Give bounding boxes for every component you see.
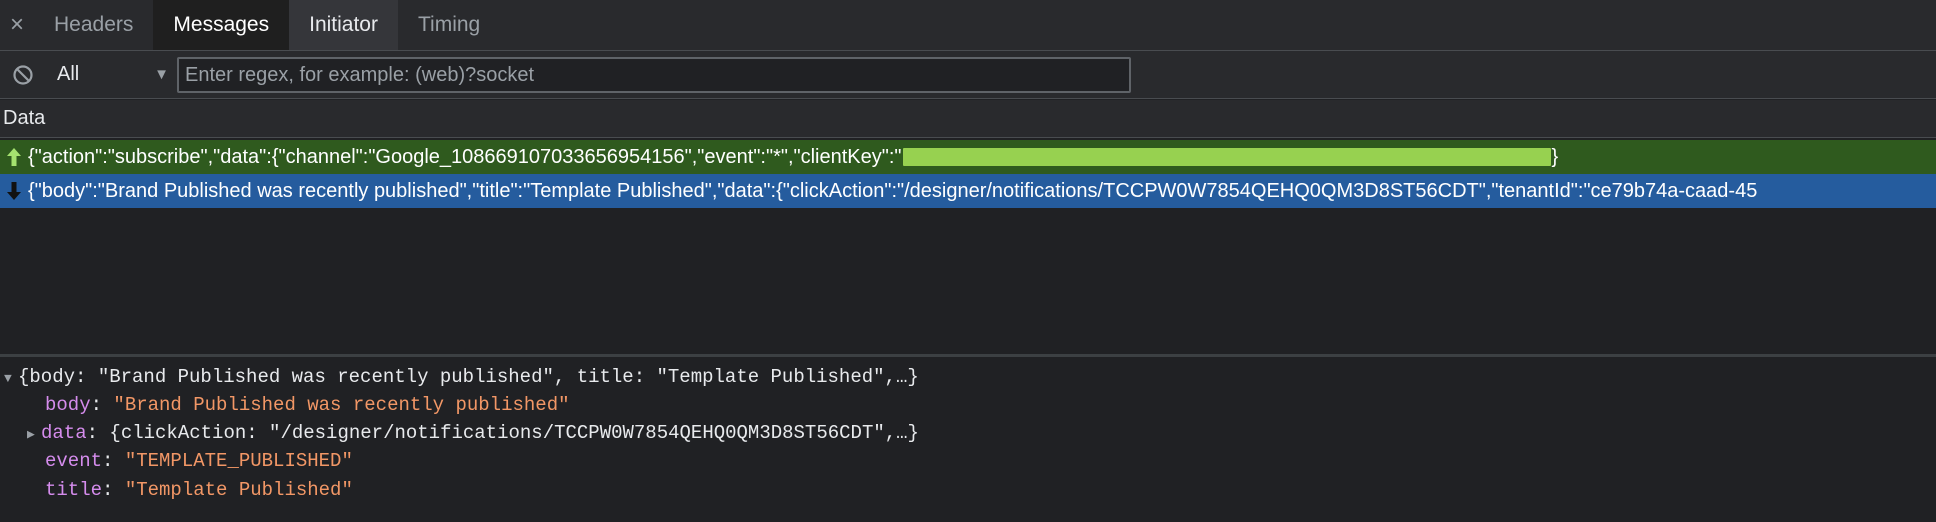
data-column-header[interactable]: Data [0,100,1936,138]
preview-field-title: title: "Template Published" [45,479,353,501]
preview-field-body: body: "Brand Published was recently publ… [45,394,570,416]
regex-filter-input[interactable] [177,57,1131,93]
tab-bar: × Headers Messages Initiator Timing [0,0,1936,51]
tab-timing[interactable]: Timing [398,0,500,50]
tab-headers[interactable]: Headers [34,0,153,50]
field-value: "Template Published" [124,479,353,501]
chevron-down-icon: ▼ [154,66,169,83]
field-value: "TEMPLATE_PUBLISHED" [124,450,353,472]
message-type-value: All [57,63,80,85]
collapsed-triangle-icon: ▶ [27,427,35,442]
preview-root[interactable]: ▼ {body: "Brand Published was recently pu… [4,366,919,388]
message-row-received[interactable]: {"body":"Brand Published was recently pu… [0,174,1936,208]
preview-field-data[interactable]: ▶ data: {clickAction: "/designer/notifica… [27,422,919,444]
clear-messages-icon[interactable] [11,63,35,87]
field-key: title [45,479,103,501]
tab-initiator[interactable]: Initiator [289,0,398,50]
tab-messages[interactable]: Messages [153,0,290,50]
field-value: {clickAction: "/designer/notifications/T… [109,422,919,444]
message-row-sent[interactable]: {"action":"subscribe","data":{"channel":… [0,140,1936,174]
arrow-down-icon [0,174,28,208]
preview-field-event: event: "TEMPLATE_PUBLISHED" [45,450,353,472]
expand-triangle-icon: ▼ [4,371,12,386]
message-preview: ▼ {body: "Brand Published was recently pu… [0,357,1936,522]
filter-bar: All ▼ [0,51,1936,99]
field-key: body [45,394,91,416]
message-type-select[interactable]: All ▼ [57,57,169,93]
messages-grid: {"action":"subscribe","data":{"channel":… [0,138,1936,354]
preview-summary: {body: "Brand Published was recently pub… [18,366,919,388]
data-column-label: Data [3,107,46,129]
redacted-client-key [902,148,1551,167]
message-text: {"body":"Brand Published was recently pu… [28,179,1758,202]
close-icon[interactable]: × [0,0,34,50]
field-key: event [45,450,103,472]
message-text: {"action":"subscribe","data":{"channel":… [28,145,1559,168]
field-value: "Brand Published was recently published" [113,394,570,416]
field-key: data [41,422,87,444]
arrow-up-icon [0,140,28,174]
